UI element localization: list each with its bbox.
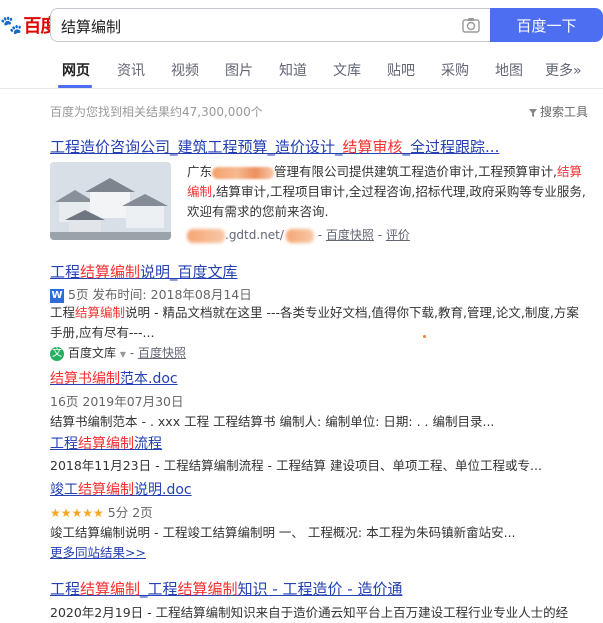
desc-highlight: 结算编制: [75, 305, 126, 320]
result-title[interactable]: 工程结算编制_工程结算编制知识 - 工程造价 - 造价通: [50, 580, 402, 598]
title-highlight: 编制: [92, 371, 120, 387]
title-part: _全过程跟踪...: [402, 138, 500, 156]
tab-tieba[interactable]: 贴吧: [387, 60, 415, 80]
result-meta: W 5页 发布时间: 2018年08月14日: [50, 284, 252, 303]
result-description: 2020年2月19日 - 工程结算编制知识来自于造价通云知平台上百万建设工程行业…: [50, 605, 569, 620]
sub-result: 工程结算编制流程 2018年11月23日 - 工程结算编制流程 - 工程结算 建…: [50, 433, 590, 476]
snapshot-link[interactable]: 百度快照: [326, 228, 374, 242]
title-part: 工程造价咨询公司_建筑工程预算_造价设计_: [50, 138, 343, 156]
sub-result-description: 2018年11月23日 - 工程结算编制流程 - 工程结算 建设项目、单项工程、…: [50, 458, 542, 473]
sub-result-title[interactable]: 结算书编制范本.doc: [50, 371, 178, 387]
title-highlight: 结算编制: [177, 580, 238, 598]
title-part: 工程: [50, 436, 78, 452]
houses-image: [50, 162, 171, 240]
title-highlight: 结算编制: [80, 580, 141, 598]
meta-text: 5页 发布时间: 2018年08月14日: [68, 287, 252, 302]
tab-news[interactable]: 资讯: [117, 60, 145, 80]
result-title[interactable]: 工程结算编制说明_百度文库: [50, 263, 238, 281]
result-card: 工程造价咨询公司_建筑工程预算_造价设计_结算审核_全过程跟踪... 广东 管理有…: [50, 136, 590, 248]
more-site-results: 更多同站结果>>: [50, 542, 590, 561]
title-highlight: 结算编制: [78, 482, 134, 498]
title-part: _工程: [140, 580, 178, 598]
blurred-text: [212, 166, 275, 179]
result-description: 广东 管理有限公司提供建筑工程造价审计,工程预算审计,结算编制,结算审计,工程项目…: [187, 162, 587, 222]
result-card: 工程结算编制_工程结算编制知识 - 工程造价 - 造价通 2020年2月19日 …: [50, 578, 590, 623]
review-link[interactable]: 评价: [386, 228, 410, 242]
header: 🐾 百度 百度一下: [0, 0, 603, 48]
chevron-down-icon[interactable]: ▼: [120, 350, 126, 359]
title-part: 流程: [134, 436, 162, 452]
sub-result-description: 竣工结算编制说明 - 工程竣工结算编制明 一、 工程概况: 本工程为朱码镇新畲站…: [50, 525, 516, 540]
result-url[interactable]: .gdtd.net/: [225, 228, 284, 242]
paw-icon: 🐾: [0, 14, 23, 36]
active-tab-indicator: [58, 85, 92, 88]
title-part: 工程: [50, 263, 81, 281]
desc-text: 管理有限公司提供建筑工程造价审计,工程预算审计,: [274, 164, 557, 179]
camera-icon[interactable]: [462, 17, 480, 33]
result-thumbnail[interactable]: [50, 162, 171, 240]
desc-text: ,结算审计,工程项目审计,全过程咨询,招标代理,政府采购等专业: [212, 184, 557, 199]
sub-result-description: 结算书编制范本 - . xxx 工程 工程结算书 编制人: 编制单位: 日期: …: [50, 414, 495, 429]
search-input[interactable]: [59, 9, 443, 43]
search-tools-button[interactable]: 搜索工具: [528, 103, 588, 120]
more-site-results-link[interactable]: 更多同站结果>>: [50, 545, 146, 560]
blurred-url: [187, 228, 225, 243]
funnel-icon: [528, 108, 537, 117]
desc-text: 工程: [50, 305, 76, 320]
result-description: 工程结算编制说明 - 精品文档就在这里 ---各类专业好文档,值得你下载,教育,…: [50, 303, 590, 343]
tab-more[interactable]: 更多»: [545, 60, 582, 80]
tab-zhidao[interactable]: 知道: [279, 60, 307, 80]
title-part: 工程: [50, 580, 81, 598]
tab-caigou[interactable]: 采购: [441, 60, 469, 80]
source-name[interactable]: 百度文库: [68, 346, 116, 360]
nav-tabs: 网页 资讯 视频 图片 知道 文库 贴吧 采购 地图 更多»: [0, 48, 603, 89]
title-part: 竣工: [50, 482, 78, 498]
tab-video[interactable]: 视频: [171, 60, 199, 80]
desc-text: 广东: [187, 164, 213, 179]
decorative-dot: [423, 335, 426, 338]
title-highlight: 结算编制: [80, 263, 141, 281]
title-highlight: 结算书: [50, 371, 92, 387]
sub-result: 竣工结算编制说明.doc ★★★★★ 5分 2页 竣工结算编制说明 - 工程竣工…: [50, 479, 590, 543]
title-highlight: 结算审核: [342, 138, 403, 156]
tab-wenku[interactable]: 文库: [333, 60, 361, 80]
wenku-icon: 文: [50, 346, 64, 361]
title-part: 范本.doc: [120, 371, 178, 387]
title-part: 说明.doc: [134, 482, 192, 498]
tab-map[interactable]: 地图: [495, 60, 523, 80]
baidu-logo[interactable]: 🐾 百度: [0, 12, 58, 38]
word-doc-icon: W: [50, 288, 64, 303]
title-part: 知识 - 工程造价 - 造价通: [237, 580, 403, 598]
sub-result-title[interactable]: 工程结算编制流程: [50, 436, 162, 452]
result-title[interactable]: 工程造价咨询公司_建筑工程预算_造价设计_结算审核_全过程跟踪...: [50, 138, 499, 156]
blurred-url: [285, 228, 314, 243]
snapshot-link[interactable]: 百度快照: [138, 346, 186, 360]
title-highlight: 结算编制: [78, 436, 134, 452]
sub-result-meta: 16页 2019年07月30日: [50, 394, 184, 409]
title-part: 说明_百度文库: [140, 263, 238, 281]
result-source-line: 文百度文库 ▼ - 百度快照: [50, 346, 186, 361]
search-box: [50, 8, 490, 43]
tab-web[interactable]: 网页: [62, 60, 90, 80]
meta-text: 5分 2页: [107, 505, 153, 520]
sub-result: 结算书编制范本.doc 16页 2019年07月30日 结算书编制范本 - . …: [50, 368, 590, 432]
result-count: 百度为您找到相关结果约47,300,000个: [50, 105, 263, 119]
desc-text: 说明 - 精品文档就在这里 ---各类专业好文档,值得你下载,教育,管理,论文,…: [125, 305, 567, 320]
search-button[interactable]: 百度一下: [490, 8, 603, 42]
tab-images[interactable]: 图片: [225, 60, 253, 80]
rating-stars: ★★★★★: [50, 506, 104, 520]
sub-result-meta: ★★★★★ 5分 2页: [50, 502, 590, 521]
search-tools-label: 搜索工具: [539, 105, 588, 119]
sub-result-title[interactable]: 竣工结算编制说明.doc: [50, 482, 192, 498]
result-card: 工程结算编制说明_百度文库 W 5页 发布时间: 2018年08月14日 工程结算…: [50, 261, 590, 361]
result-url-line: .gdtd.net/ - 百度快照 - 评价: [187, 226, 410, 243]
